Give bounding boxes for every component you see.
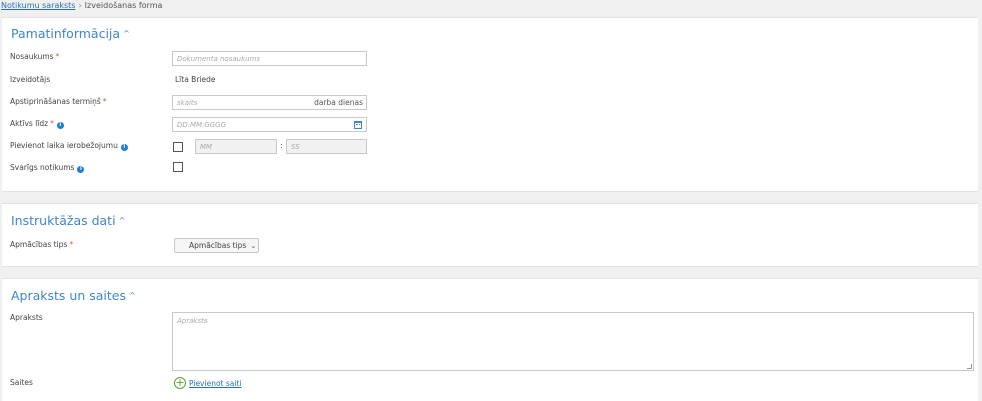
panel-instruction-data: Instruktāžas dati ^ Apmācības tips * Apmāc…	[2, 203, 978, 267]
links-label: Saites	[10, 378, 33, 387]
time-limit-label: Pievienot laika ierobežojumu i	[10, 141, 128, 151]
description-textarea[interactable]: Apraksts	[172, 312, 974, 371]
panel-basic-info: Pamatinformācija ^ Nosaukums * Dokumenta n…	[2, 17, 978, 192]
important-event-label: Svarīgs notikums i	[10, 163, 85, 173]
active-until-label: Aktīvs līdz * i	[10, 119, 64, 129]
info-icon[interactable]: i	[77, 166, 85, 173]
description-label: Apraksts	[10, 313, 43, 322]
time-separator: :	[280, 141, 283, 150]
creator-value: Līta Briede	[175, 75, 216, 84]
active-until-date-input[interactable]: DD.MM.GGGG	[172, 117, 367, 132]
section-title-basic-info[interactable]: Pamatinformācija ^	[11, 26, 130, 41]
breadcrumb: Notikumu saraksts › Izveidošanas forma	[0, 0, 982, 16]
add-link-button[interactable]: Pievienot saiti	[189, 379, 241, 388]
name-input[interactable]: Dokumenta nosaukums	[172, 51, 367, 66]
panel-description-links: Apraksts un saites ^ Apraksts Apraksts Sa…	[2, 278, 978, 401]
training-type-label: Apmācības tips *	[10, 240, 74, 249]
deadline-input[interactable]: skaits darba dienas	[172, 95, 367, 110]
breadcrumb-separator: ›	[78, 1, 82, 10]
required-marker: *	[55, 52, 60, 61]
section-title-text: Pamatinformācija	[11, 26, 121, 41]
training-type-dropdown[interactable]: Apmācības tips ⌄	[174, 238, 259, 253]
chevron-up-icon: ^	[129, 291, 136, 300]
info-icon[interactable]: i	[56, 122, 64, 129]
deadline-label: Apstiprināšanas termiņš *	[10, 97, 107, 106]
section-title-text: Apraksts un saites	[11, 288, 126, 303]
section-title-instruction-data[interactable]: Instruktāžas dati ^	[11, 213, 125, 228]
deadline-unit: darba dienas	[314, 98, 363, 107]
required-marker: *	[69, 240, 74, 249]
name-label: Nosaukums *	[10, 52, 60, 61]
chevron-up-icon: ^	[118, 216, 126, 225]
required-marker: *	[50, 119, 54, 128]
chevron-down-icon: ⌄	[250, 242, 257, 250]
add-circle-icon[interactable]: +	[174, 377, 186, 389]
info-icon[interactable]: i	[120, 144, 128, 151]
chevron-up-icon: ^	[123, 29, 130, 38]
required-marker: *	[102, 97, 107, 106]
breadcrumb-current: Izveidošanas forma	[84, 1, 163, 10]
creator-label: Izveidotājs	[10, 75, 51, 84]
breadcrumb-link-event-list[interactable]: Notikumu saraksts	[1, 1, 75, 10]
time-limit-checkbox[interactable]	[173, 142, 183, 152]
calendar-icon[interactable]	[354, 121, 362, 129]
important-event-checkbox[interactable]	[173, 162, 183, 172]
section-title-description-links[interactable]: Apraksts un saites ^	[11, 288, 136, 303]
seconds-input[interactable]: SS	[286, 139, 367, 154]
section-title-text: Instruktāžas dati	[11, 213, 116, 228]
minutes-input[interactable]: MM	[195, 139, 277, 154]
resize-handle-icon[interactable]	[967, 364, 972, 369]
